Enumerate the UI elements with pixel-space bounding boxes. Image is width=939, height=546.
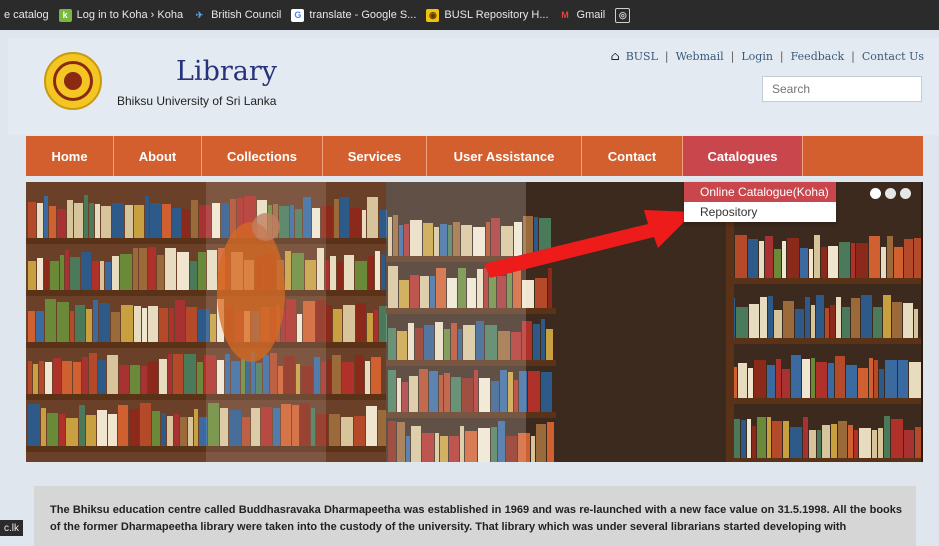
bookmark-item[interactable]: ◉ BUSL Repository H... (426, 8, 549, 22)
slider-dot[interactable] (885, 188, 896, 199)
google-icon: G (291, 8, 305, 22)
library-page: Library Bhiksu University of Sri Lanka ⌂… (8, 38, 939, 546)
bookmarks-bar: e catalog k Log in to Koha › Koha ✈ British … (0, 0, 939, 30)
nav-item-catalogues[interactable]: Catalogues (683, 136, 803, 176)
slider-dot[interactable] (870, 188, 881, 199)
bookshelf-image (26, 182, 923, 462)
bookmark-item[interactable]: Gtranslate - Google S... (291, 8, 417, 22)
top-link-feedback[interactable]: Feedback (791, 50, 845, 63)
koha-icon: k (58, 8, 72, 22)
dropdown-item-repository[interactable]: Repository (684, 202, 836, 222)
bookmark-item[interactable]: e catalog (4, 9, 49, 21)
catalogues-dropdown: Online Catalogue(Koha) Repository (684, 182, 836, 222)
bookmark-item[interactable]: k Log in to Koha › Koha (58, 8, 184, 22)
status-url-tab: c.lk (0, 520, 23, 536)
british-council-icon: ✈ (195, 9, 204, 20)
slider-dot[interactable] (900, 188, 911, 199)
busl-icon: ◉ (426, 8, 440, 22)
slider-dots (866, 188, 911, 199)
intro-paragraph: The Bhiksu education centre called Buddh… (34, 486, 916, 546)
nav-item-user-assistance[interactable]: User Assistance (427, 136, 582, 176)
link-separator: | (779, 49, 784, 63)
main-nav: Home About Collections Services User Assista… (26, 136, 923, 176)
site-subtitle: Bhiksu University of Sri Lanka (117, 94, 277, 108)
bookmark-label: translate - Google S... (309, 9, 417, 21)
top-link-webmail[interactable]: Webmail (676, 50, 724, 63)
site-title: Library (176, 56, 278, 87)
link-separator: | (730, 49, 735, 63)
bookmark-item[interactable]: ◎ (615, 7, 635, 23)
logo-core (64, 72, 82, 90)
globe-icon: ◎ (615, 7, 631, 23)
nav-item-about[interactable]: About (114, 136, 202, 176)
dropdown-item-online-catalogue[interactable]: Online Catalogue(Koha) (684, 182, 836, 202)
university-logo[interactable] (44, 52, 102, 110)
nav-item-collections[interactable]: Collections (202, 136, 323, 176)
link-separator: | (851, 49, 855, 63)
top-link-login[interactable]: Login (741, 50, 773, 63)
nav-item-services[interactable]: Services (323, 136, 427, 176)
bookmark-item[interactable]: M Gmail (559, 9, 606, 22)
site-header: Library Bhiksu University of Sri Lanka ⌂… (8, 38, 939, 135)
top-link-contact-us[interactable]: Contact Us (862, 50, 924, 63)
bookmark-label: Gmail (576, 9, 606, 21)
bookmark-label: e catalog (4, 9, 49, 21)
bookmark-label: British Council (211, 9, 282, 21)
nav-item-home[interactable]: Home (26, 136, 114, 176)
nav-item-contact[interactable]: Contact (582, 136, 683, 176)
bookmark-label: Log in to Koha › Koha (76, 9, 184, 21)
bookmark-item[interactable]: ✈ British Council (193, 9, 282, 22)
link-separator: | (664, 49, 669, 63)
home-icon[interactable]: ⌂ (611, 49, 620, 63)
logo-ring (53, 61, 93, 101)
gmail-icon: M (561, 10, 569, 20)
top-link-busl[interactable]: BUSL (626, 50, 658, 63)
bookmark-label: BUSL Repository H... (444, 9, 549, 21)
search-input[interactable] (762, 76, 922, 102)
top-links: ⌂ BUSL | Webmail | Login | Feedback | Contac… (611, 49, 924, 63)
hero-slider[interactable] (26, 182, 923, 462)
